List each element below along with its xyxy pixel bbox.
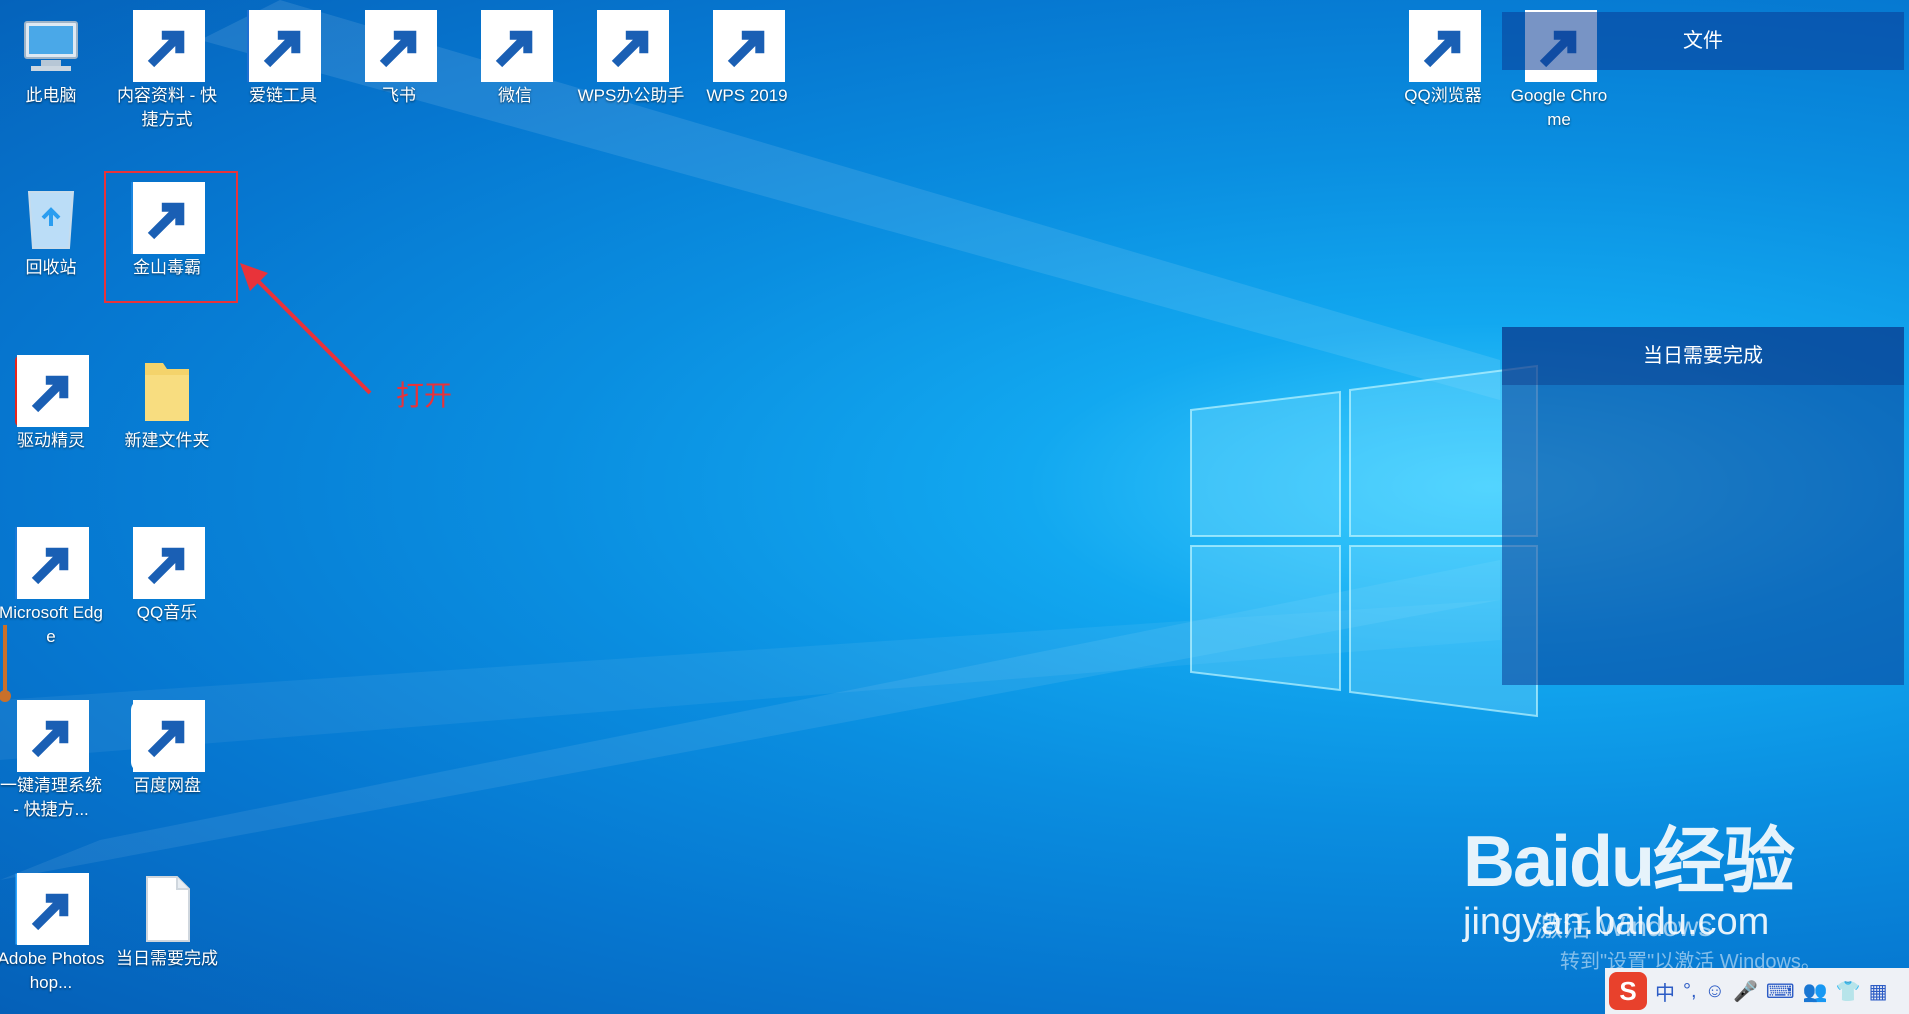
desktop-icon-qq-music[interactable]: QQ音乐 — [112, 527, 222, 625]
desktop-icon-baidu-netdisk[interactable]: 百度网盘 — [112, 700, 222, 798]
shortcut-arrow-icon — [249, 10, 321, 82]
todo-widget[interactable]: 当日需要完成 — [1502, 327, 1904, 685]
activate-windows-text: 激活 Windows — [1535, 911, 1713, 942]
shortcut-arrow-icon — [365, 10, 437, 82]
folder-icon — [145, 363, 189, 421]
ime-voice-icon[interactable]: 🎤 — [1733, 979, 1758, 1004]
desktop-icon-driver-genius[interactable]: 驱 驱动精灵 — [0, 355, 106, 453]
desktop-icon-new-folder[interactable]: 新建文件夹 — [112, 355, 222, 453]
shortcut-arrow-icon — [481, 10, 553, 82]
desktop-icon-cleanup[interactable]: 一键清理系统 - 快捷方... — [0, 700, 106, 822]
desktop-icon-recycle-bin[interactable]: 回收站 — [0, 182, 106, 280]
ime-toolbar[interactable]: S 中 °, ☺ 🎤 ⌨ 👥 👕 ▦ — [1605, 968, 1909, 1014]
shortcut-arrow-icon — [597, 10, 669, 82]
desktop-icon-wps-assistant[interactable]: WPS办公助手 — [576, 10, 686, 108]
desktop-icon-qq-browser[interactable]: QQ浏览器 — [1388, 10, 1498, 108]
ime-skin-icon[interactable]: 👕 — [1836, 979, 1861, 1004]
recycle-bin-icon — [27, 191, 75, 249]
ime-menu-icon[interactable]: ▦ — [1869, 979, 1888, 1004]
shortcut-arrow-icon — [17, 527, 89, 599]
desktop-icon-todo-doc[interactable]: 当日需要完成 — [112, 873, 222, 971]
ime-users-icon[interactable]: 👥 — [1803, 979, 1828, 1004]
annotation-arrow — [240, 263, 372, 395]
desktop-icon-feishu[interactable]: 飞书 — [344, 10, 454, 108]
shortcut-arrow-icon — [133, 10, 205, 82]
desktop-icon-photoshop[interactable]: Ps Adobe Photoshop... — [0, 873, 106, 995]
shortcut-arrow-icon — [713, 10, 785, 82]
computer-icon — [24, 21, 78, 71]
sogou-logo-icon[interactable]: S — [1609, 972, 1647, 1010]
document-icon — [146, 876, 190, 942]
desktop-icon-edge[interactable]: e Microsoft Edge — [0, 527, 106, 649]
todo-widget-title: 当日需要完成 — [1502, 327, 1904, 385]
files-widget-title: 文件 — [1683, 30, 1723, 52]
ime-chinese-mode[interactable]: 中 — [1655, 977, 1675, 1006]
shortcut-arrow-icon — [17, 873, 89, 945]
desktop-icon-content-folder[interactable]: 内容资料 - 快捷方式 — [112, 10, 222, 132]
shortcut-arrow-icon — [133, 700, 205, 772]
baidu-logo: Baidu经验 — [1463, 822, 1795, 902]
shortcut-arrow-icon — [17, 355, 89, 427]
ime-punctuation-icon[interactable]: °, — [1683, 980, 1697, 1003]
desktop-icon-link-tool[interactable]: 爱链工具 — [228, 10, 338, 108]
files-widget[interactable]: 文件 — [1502, 12, 1904, 70]
desktop-icon-wps-2019[interactable]: WPS 2019 — [692, 10, 802, 108]
ime-emoji-icon[interactable]: ☺ — [1705, 980, 1725, 1003]
desktop-icon-this-pc[interactable]: 此电脑 — [0, 10, 106, 108]
windows-logo — [1190, 364, 1538, 718]
selection-highlight-box — [104, 171, 238, 303]
desktop: 此电脑 内容资料 - 快捷方式 爱链工具 飞书 微信 WPS办公助手 WPS 2… — [0, 0, 1909, 1014]
desktop-icon-wechat[interactable]: 微信 — [460, 10, 570, 108]
shortcut-arrow-icon — [17, 700, 89, 772]
shortcut-arrow-icon — [1409, 10, 1481, 82]
ime-keyboard-icon[interactable]: ⌨ — [1766, 979, 1795, 1004]
shortcut-arrow-icon — [133, 527, 205, 599]
annotation-text: 打开 — [396, 380, 453, 411]
